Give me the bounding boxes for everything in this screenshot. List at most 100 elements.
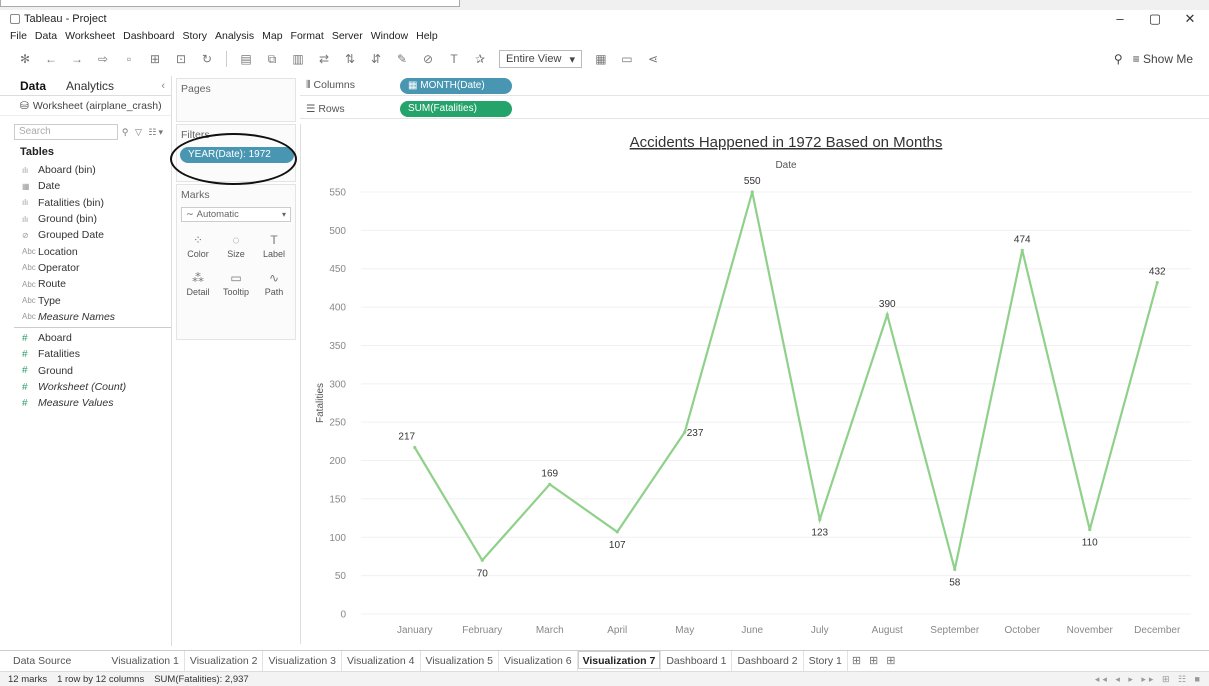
field-dimension[interactable]: ılı Aboard (bin) — [0, 162, 171, 178]
mark-color-button[interactable]: ⁘ Color — [179, 228, 217, 264]
menu-window[interactable]: Window — [371, 30, 408, 42]
data-point[interactable] — [1155, 280, 1159, 285]
menu-analysis[interactable]: Analysis — [215, 30, 254, 42]
tab-sheet[interactable]: Dashboard 1 — [661, 650, 733, 671]
menu-dashboard[interactable]: Dashboard — [123, 30, 174, 42]
tab-analytics[interactable]: Analytics — [56, 79, 124, 93]
save-icon[interactable]: ▫ — [122, 52, 136, 66]
new-worksheet-icon[interactable]: ⊞ — [848, 654, 865, 667]
field-dimension[interactable]: Abc Route — [0, 276, 171, 292]
size-icon: ◌ — [232, 233, 240, 247]
menu-data[interactable]: Data — [35, 30, 57, 42]
tab-sheet[interactable]: Visualization 5 — [421, 650, 500, 671]
tab-sheet[interactable]: Visualization 4 — [342, 650, 421, 671]
label-toggle-icon[interactable]: T — [447, 52, 461, 66]
mark-tooltip-button[interactable]: ▭ Tooltip — [217, 266, 255, 302]
mark-size-button[interactable]: ◌ Size — [217, 228, 255, 264]
sort-desc-icon[interactable]: ⇵ — [369, 52, 383, 66]
presentation-icon[interactable]: ▭ — [620, 52, 634, 66]
pause-icon[interactable]: ⊡ — [174, 52, 188, 66]
close-button[interactable]: ✕ — [1175, 10, 1205, 28]
back-icon[interactable]: ← — [44, 52, 58, 66]
new-story-icon[interactable]: ⊞ — [882, 654, 899, 667]
tab-data-source[interactable]: Data Source — [8, 651, 76, 671]
clear-sheet-icon[interactable]: ▥ — [291, 52, 305, 66]
tab-data[interactable]: Data — [0, 79, 56, 93]
refresh-icon[interactable]: ↻ — [200, 52, 214, 66]
field-dimension[interactable]: Abc Operator — [0, 260, 171, 276]
tab-sheet[interactable]: Visualization 2 — [185, 650, 264, 671]
tab-sheet[interactable]: Visualization 3 — [263, 650, 342, 671]
data-point[interactable] — [615, 530, 619, 534]
cards-icon[interactable]: ▦ — [594, 52, 608, 66]
mark-path-button[interactable]: ∿ Path — [255, 266, 293, 302]
data-point[interactable] — [818, 518, 822, 522]
field-dimension[interactable]: Abc Location — [0, 243, 171, 259]
field-dimension[interactable]: ⊘ Grouped Date — [0, 227, 171, 243]
show-me-button[interactable]: ≡ Show Me — [1133, 52, 1193, 66]
data-point[interactable] — [953, 567, 957, 572]
field-measure[interactable]: # Measure Values — [0, 395, 171, 411]
measure-icon: # — [22, 332, 28, 344]
sheet-nav-icons[interactable]: ◂◂ ◂ ▸ ▸▸ ⊞ ☷ ■ — [1095, 674, 1203, 685]
minimize-button[interactable]: – — [1105, 10, 1135, 28]
data-source-row[interactable]: ⛁ Worksheet (airplane_crash) — [0, 96, 171, 116]
menu-map[interactable]: Map — [262, 30, 282, 42]
data-point[interactable] — [1088, 528, 1092, 532]
mark-type-dropdown[interactable]: ∼ Automatic ▾ — [181, 207, 291, 222]
fatalities-series-line[interactable] — [413, 191, 1159, 570]
pin-icon[interactable]: ✰ — [473, 52, 487, 66]
field-dimension[interactable]: ▦ Date — [0, 178, 171, 194]
field-measure[interactable]: # Ground — [0, 363, 171, 379]
tab-sheet[interactable]: Dashboard 2 — [732, 650, 804, 671]
field-dimension[interactable]: ılı Ground (bin) — [0, 211, 171, 227]
field-measure[interactable]: # Fatalities — [0, 346, 171, 362]
field-measure[interactable]: # Aboard — [0, 330, 171, 346]
field-dimension[interactable]: Abc Type — [0, 292, 171, 308]
tab-sheet[interactable]: Visualization 6 — [499, 650, 578, 671]
columns-pill[interactable]: ▦ MONTH(Date) — [400, 77, 512, 94]
data-point[interactable] — [480, 558, 484, 562]
mark-label-button[interactable]: T Label — [255, 228, 293, 264]
duplicate-icon[interactable]: ⧉ — [265, 52, 279, 67]
maximize-button[interactable]: ▢ — [1140, 10, 1170, 28]
pages-card[interactable]: Pages — [176, 78, 296, 122]
redo-icon[interactable]: ⇨ — [96, 52, 110, 66]
visualization-area[interactable]: Accidents Happened in 1972 Based on Mont… — [300, 124, 1209, 644]
data-point[interactable] — [885, 313, 889, 317]
ask-data-icon[interactable]: ⚲ — [1114, 52, 1123, 66]
sort-asc-icon[interactable]: ⇅ — [343, 52, 357, 66]
data-point[interactable] — [413, 445, 417, 450]
data-point[interactable] — [1020, 248, 1024, 252]
search-icon[interactable]: ⚲ ▽ ☷▾ — [122, 127, 165, 138]
tab-sheet[interactable]: Story 1 — [804, 650, 848, 671]
data-point[interactable] — [548, 482, 552, 486]
rows-pill[interactable]: SUM(Fatalities) — [400, 100, 512, 117]
field-measure[interactable]: # Worksheet (Count) — [0, 379, 171, 395]
tab-sheet[interactable]: Visualization 7 — [577, 650, 662, 671]
mark-detail-button[interactable]: ⁂ Detail — [179, 266, 217, 302]
collapse-icon[interactable]: ‹ — [161, 80, 165, 92]
forward-icon[interactable]: → — [70, 52, 84, 66]
menu-help[interactable]: Help — [416, 30, 438, 42]
new-dashboard-icon[interactable]: ⊞ — [865, 654, 882, 667]
menu-file[interactable]: File — [10, 30, 27, 42]
menu-story[interactable]: Story — [182, 30, 207, 42]
view-mode-dropdown[interactable]: Entire View ▾ — [499, 50, 582, 68]
search-input[interactable]: Search — [14, 124, 118, 140]
menu-format[interactable]: Format — [291, 30, 324, 42]
new-datasource-icon[interactable]: ⊞ — [148, 52, 162, 66]
highlight-icon[interactable]: ✎ — [395, 52, 409, 66]
swap-icon[interactable]: ⇄ — [317, 52, 331, 66]
line-chart[interactable]: Accidents Happened in 1972 Based on Mont… — [301, 124, 1209, 644]
menu-worksheet[interactable]: Worksheet — [65, 30, 115, 42]
menu-server[interactable]: Server — [332, 30, 363, 42]
group-icon[interactable]: ⊘ — [421, 52, 435, 66]
share-icon[interactable]: ⋖ — [646, 52, 660, 66]
tableau-logo-icon[interactable]: ✻ — [18, 52, 32, 66]
tab-sheet[interactable]: Visualization 1 — [106, 650, 185, 671]
field-dimension[interactable]: ılı Fatalities (bin) — [0, 195, 171, 211]
new-worksheet-icon[interactable]: ▤ — [239, 52, 253, 66]
field-dimension[interactable]: Abc Measure Names — [0, 309, 171, 325]
data-point[interactable] — [750, 190, 754, 194]
